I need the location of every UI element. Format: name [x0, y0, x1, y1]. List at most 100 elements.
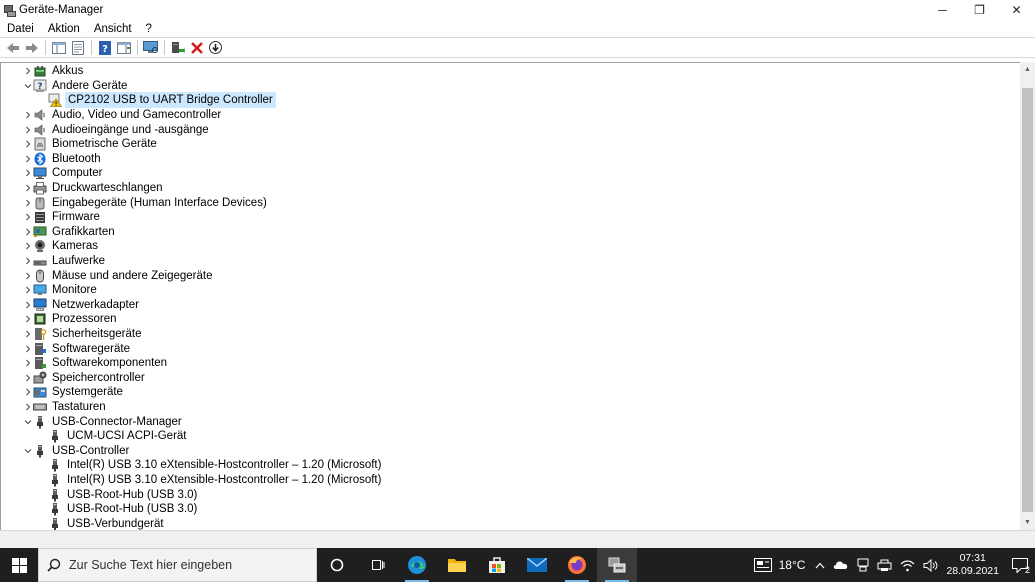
tree-item-firmware[interactable]: Firmware [23, 210, 102, 225]
tree-item-grafikkarten[interactable]: Grafikkarten [23, 225, 117, 240]
chevron-right-icon[interactable] [23, 387, 33, 397]
tree-item-tastaturen[interactable]: Tastaturen [23, 400, 108, 415]
edge-icon[interactable] [397, 548, 437, 582]
volume-icon[interactable] [923, 558, 938, 572]
chevron-right-icon[interactable] [23, 168, 33, 178]
update-driver-icon[interactable] [169, 39, 186, 56]
chevron-right-icon[interactable] [23, 358, 33, 368]
chevron-right-icon[interactable] [23, 329, 33, 339]
task-view-icon[interactable] [357, 548, 397, 582]
tree-item-sicherheitsgerate[interactable]: Sicherheitsgeräte [23, 327, 144, 342]
chevron-right-icon[interactable] [23, 373, 33, 383]
device-manager-icon[interactable] [597, 548, 637, 582]
tree-item-intel-r-usb-3-10-extensible-hostcontroller-1-20-microsoft[interactable]: Intel(R) USB 3.10 eXtensible-Hostcontrol… [38, 473, 383, 488]
store-icon[interactable] [477, 548, 517, 582]
software-device-icon [33, 342, 47, 356]
chevron-right-icon[interactable] [23, 139, 33, 149]
tree-item-laufwerke[interactable]: Laufwerke [23, 254, 107, 269]
tree-item-akkus[interactable]: Akkus [23, 64, 85, 79]
cortana-icon[interactable] [317, 548, 357, 582]
chevron-right-icon[interactable] [23, 314, 33, 324]
scroll-up-icon[interactable]: ▲ [1020, 62, 1035, 77]
weather-icon[interactable] [753, 558, 772, 572]
chevron-right-icon[interactable] [23, 154, 33, 164]
minimize-button[interactable]: ─ [924, 0, 961, 20]
tree-item-andere-gerate[interactable]: ? Andere Geräte [23, 79, 129, 94]
chevron-down-icon[interactable] [23, 417, 33, 427]
tree-item-monitore[interactable]: Monitore [23, 283, 99, 298]
printer-tray-icon[interactable] [877, 559, 892, 572]
tree-item-audioeingange-und-ausgange[interactable]: Audioeingänge und -ausgänge [23, 122, 211, 137]
chevron-right-icon[interactable] [23, 300, 33, 310]
menu-ansicht[interactable]: Ansicht [94, 23, 132, 35]
chevron-down-icon[interactable] [23, 81, 33, 91]
tree-item-usb-verbundgerat[interactable]: USB-Verbundgerät [38, 517, 166, 532]
tree-item-bluetooth[interactable]: Bluetooth [23, 152, 103, 167]
chevron-right-icon[interactable] [23, 66, 33, 76]
chevron-right-icon[interactable] [23, 227, 33, 237]
menu-help[interactable]: ? [146, 23, 152, 35]
file-explorer-icon[interactable] [437, 548, 477, 582]
taskbar-search-box[interactable]: Zur Suche Text hier eingeben [38, 548, 317, 582]
firefox-icon[interactable] [557, 548, 597, 582]
back-icon[interactable] [4, 39, 21, 56]
chevron-right-icon[interactable] [23, 212, 33, 222]
tree-item-softwarekomponenten[interactable]: Softwarekomponenten [23, 356, 169, 371]
start-button[interactable] [0, 548, 38, 582]
menu-datei[interactable]: Datei [7, 23, 34, 35]
tree-item-speichercontroller[interactable]: Speichercontroller [23, 371, 147, 386]
scroll-down-icon[interactable]: ▼ [1020, 515, 1035, 530]
close-button[interactable]: ✕ [998, 0, 1035, 20]
tree-item-computer[interactable]: Computer [23, 166, 105, 181]
forward-icon[interactable] [23, 39, 40, 56]
help-icon[interactable]: ? [96, 39, 113, 56]
show-hide-console-tree-icon[interactable] [50, 39, 67, 56]
tree-item-cp2102-usb-to-uart-bridge-controller[interactable]: CP2102 USB to UART Bridge Controller [38, 92, 276, 109]
tree-item-kameras[interactable]: Kameras [23, 239, 100, 254]
tree-item-prozessoren[interactable]: Prozessoren [23, 312, 119, 327]
tree-item-usb-root-hub-usb-3-0[interactable]: USB-Root-Hub (USB 3.0) [38, 502, 199, 517]
chevron-right-icon[interactable] [23, 110, 33, 120]
vertical-scrollbar[interactable]: ▲ ▼ [1020, 62, 1035, 530]
chevron-right-icon[interactable] [23, 241, 33, 251]
properties-icon[interactable] [69, 39, 86, 56]
chevron-right-icon[interactable] [23, 183, 33, 193]
tree-item-systemgerate[interactable]: Systemgeräte [23, 385, 125, 400]
tree-item-usb-root-hub-usb-3-0[interactable]: USB-Root-Hub (USB 3.0) [38, 487, 199, 502]
download-icon[interactable] [207, 39, 224, 56]
device-tray-icon[interactable] [857, 558, 869, 572]
tree-item-druckwarteschlangen[interactable]: Druckwarteschlangen [23, 181, 165, 196]
restore-button[interactable]: ❐ [961, 0, 998, 20]
tree-item-usb-connector-manager[interactable]: USB-Connector-Manager [23, 414, 184, 429]
device-tree[interactable]: Akkus? Andere Geräte CP2102 USB to UART Br… [0, 62, 1020, 532]
chevron-up-icon[interactable] [815, 562, 825, 569]
tree-item-biometrische-gerate[interactable]: Biometrische Geräte [23, 137, 159, 152]
chevron-right-icon[interactable] [23, 198, 33, 208]
temperature-label[interactable]: 18°C [779, 558, 806, 572]
tree-item-ucm-ucsi-acpi-gerat[interactable]: UCM-UCSI ACPI-Gerät [38, 429, 189, 444]
tree-item-usb-controller[interactable]: USB-Controller [23, 444, 131, 459]
chevron-right-icon[interactable] [23, 271, 33, 281]
tree-item-audio-video-und-gamecontroller[interactable]: Audio, Video und Gamecontroller [23, 108, 223, 123]
tree-item-netzwerkadapter[interactable]: Netzwerkadapter [23, 298, 141, 313]
tree-item-eingabegerate-human-interface-devices[interactable]: Eingabegeräte (Human Interface Devices) [23, 195, 269, 210]
tree-item-mause-und-andere-zeigegerate[interactable]: Mäuse und andere Zeigegeräte [23, 268, 214, 283]
chevron-down-icon[interactable] [23, 446, 33, 456]
chevron-right-icon[interactable] [23, 256, 33, 266]
monitor-scan-icon[interactable] [142, 39, 159, 56]
uninstall-device-icon[interactable] [188, 39, 205, 56]
mail-icon[interactable] [517, 548, 557, 582]
chevron-right-icon[interactable] [23, 125, 33, 135]
chevron-right-icon[interactable] [23, 344, 33, 354]
wifi-icon[interactable] [900, 559, 915, 572]
tree-item-softwaregerate[interactable]: Softwaregeräte [23, 341, 132, 356]
menu-aktion[interactable]: Aktion [48, 23, 80, 35]
chevron-right-icon[interactable] [23, 285, 33, 295]
onedrive-icon[interactable] [833, 560, 849, 570]
scrollbar-thumb[interactable] [1022, 88, 1033, 512]
notification-center-button[interactable]: 2 [1005, 548, 1035, 582]
clock[interactable]: 07:31 28.09.2021 [946, 552, 999, 578]
tree-item-intel-r-usb-3-10-extensible-hostcontroller-1-20-microsoft[interactable]: Intel(R) USB 3.10 eXtensible-Hostcontrol… [38, 458, 383, 473]
chevron-right-icon[interactable] [23, 402, 33, 412]
action-pane-icon[interactable] [115, 39, 132, 56]
